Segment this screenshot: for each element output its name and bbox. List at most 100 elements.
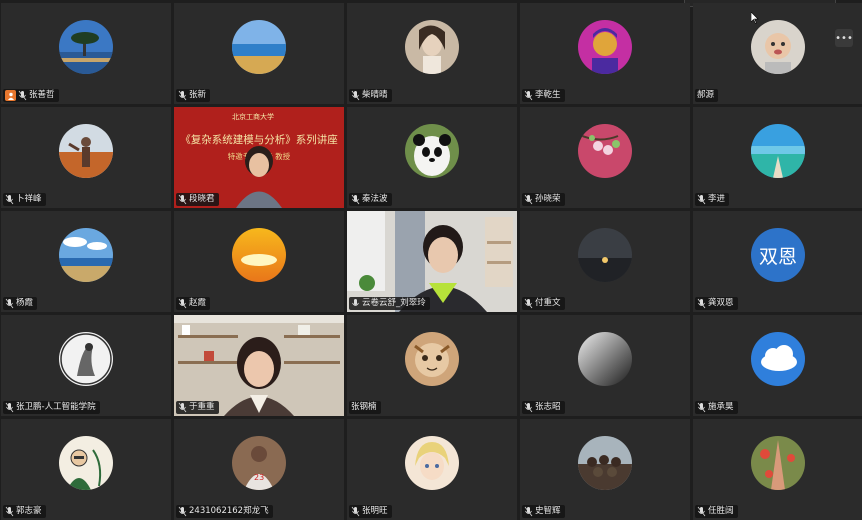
participant-tile[interactable]: 张善哲: [1, 3, 171, 104]
participant-tile[interactable]: 李乾生: [520, 3, 690, 104]
name-tag: 张新: [176, 89, 211, 102]
mic-muted-icon: [524, 298, 533, 309]
name-tag: 柴晴晴: [349, 89, 392, 102]
avatar: [751, 436, 805, 491]
participant-tile[interactable]: 郝源 •••: [693, 3, 862, 104]
participant-tile-video[interactable]: 北京工商大学 《复杂系统建模与分析》系列讲座 特邀专家：段 教授 段晓君: [174, 107, 344, 208]
avatar: [578, 124, 632, 179]
avatar: [405, 436, 459, 491]
avatar: [405, 20, 459, 75]
participant-tile[interactable]: 赵霞: [174, 211, 344, 312]
mic-muted-icon: [178, 298, 187, 309]
participant-name: 赵霞: [189, 298, 207, 308]
name-tag: 施承昊: [695, 401, 738, 414]
participant-tile[interactable]: 张新: [174, 3, 344, 104]
participant-name: 张善哲: [29, 90, 55, 100]
mic-icon: [352, 299, 359, 306]
mic-muted-icon: [5, 506, 14, 517]
participant-name: 郝源: [697, 90, 715, 100]
participant-tile[interactable]: 张志昭: [520, 315, 690, 416]
avatar: [232, 228, 286, 283]
name-tag: 张善哲: [3, 89, 59, 102]
avatar: [578, 228, 632, 283]
mic-muted-icon: [178, 402, 187, 413]
name-tag: 2431062162郑龙飞: [176, 505, 273, 518]
participant-grid: 张善哲 张新 柴晴晴 李乾生 郝源 ••• 卜祥峰 北京工商大学 《复杂系统建模…: [0, 0, 862, 520]
mic-muted-icon: [697, 194, 706, 205]
participant-tile[interactable]: 施承昊: [693, 315, 862, 416]
slide-logo: 北京工商大学: [232, 113, 274, 121]
mic-muted-icon: [5, 194, 14, 205]
name-tag: 赵霞: [176, 297, 211, 310]
mic-muted-icon: [697, 506, 706, 517]
participant-tile[interactable]: 孙晓荣: [520, 107, 690, 208]
mic-muted-icon: [524, 402, 533, 413]
mic-muted-icon: [351, 90, 360, 101]
avatar: [405, 332, 459, 387]
participant-name: 杨霞: [16, 298, 34, 308]
name-tag: 张明旺: [349, 505, 392, 518]
avatar: [232, 20, 286, 75]
avatar: [59, 228, 113, 283]
participant-name: 张卫鹏-人工智能学院: [16, 402, 96, 412]
participant-name: 柴晴晴: [362, 90, 388, 100]
name-tag: 李进: [695, 193, 730, 206]
mic-muted-icon: [18, 90, 27, 101]
participant-name: 孙晓荣: [535, 194, 561, 204]
participant-tile[interactable]: 李进: [693, 107, 862, 208]
mic-muted-icon: [524, 194, 533, 205]
avatar: [751, 332, 805, 387]
participant-tile[interactable]: 张卫鹏-人工智能学院: [1, 315, 171, 416]
participant-name: 任胜阔: [708, 506, 734, 516]
participant-tile[interactable]: 柴晴晴: [347, 3, 517, 104]
participant-tile[interactable]: 秦法波: [347, 107, 517, 208]
participant-name: 张志昭: [535, 402, 561, 412]
avatar: [578, 332, 632, 387]
participant-tile[interactable]: 郭志豪: [1, 419, 171, 520]
participant-name: 付重文: [535, 298, 561, 308]
mic-muted-icon: [178, 506, 187, 517]
avatar: [405, 124, 459, 179]
participant-tile[interactable]: 张钢楠: [347, 315, 517, 416]
mic-muted-icon: [351, 506, 360, 517]
participant-name: 于重重: [189, 402, 215, 412]
participant-tile[interactable]: 卜祥峰: [1, 107, 171, 208]
avatar: [59, 124, 113, 179]
participant-tile-video[interactable]: 于重重: [174, 315, 344, 416]
participant-name: 史智辉: [535, 506, 561, 516]
mic-muted-icon: [697, 402, 706, 413]
more-options-button[interactable]: •••: [835, 29, 853, 47]
name-tag: 张钢楠: [349, 401, 381, 414]
participant-tile[interactable]: 双恩 龚双恩: [693, 211, 862, 312]
name-tag: 云卷云舒_刘翠玲: [349, 297, 430, 310]
mic-muted-icon: [5, 298, 14, 309]
participant-name: 郭志豪: [16, 506, 42, 516]
participant-name: 施承昊: [708, 402, 734, 412]
avatar: [59, 332, 113, 387]
mic-muted-icon: [524, 506, 533, 517]
participant-name: 李进: [708, 194, 726, 204]
participant-name: 云卷云舒_刘翠玲: [362, 298, 426, 308]
avatar: [59, 436, 113, 491]
name-tag: 郝源: [695, 89, 719, 102]
participant-tile[interactable]: 杨霞: [1, 211, 171, 312]
avatar: [751, 124, 805, 179]
name-tag: 郭志豪: [3, 505, 46, 518]
name-tag: 杨霞: [3, 297, 38, 310]
avatar-text: 双恩: [751, 228, 805, 283]
participant-tile-video-speaking[interactable]: 云卷云舒_刘翠玲: [347, 211, 517, 312]
participant-tile[interactable]: 23 2431062162郑龙飞: [174, 419, 344, 520]
participant-tile[interactable]: 付重文: [520, 211, 690, 312]
participant-name: 卜祥峰: [16, 194, 42, 204]
participant-name: 张明旺: [362, 506, 388, 516]
mic-muted-icon: [178, 194, 187, 205]
name-tag: 龚双恩: [695, 297, 738, 310]
participant-tile[interactable]: 张明旺: [347, 419, 517, 520]
participant-tile[interactable]: 任胜阔: [693, 419, 862, 520]
participant-tile[interactable]: 史智辉: [520, 419, 690, 520]
participant-name: 张新: [189, 90, 207, 100]
avatar: [578, 20, 632, 75]
name-tag: 任胜阔: [695, 505, 738, 518]
participant-name: 李乾生: [535, 90, 561, 100]
mouse-cursor-icon: [751, 12, 759, 24]
